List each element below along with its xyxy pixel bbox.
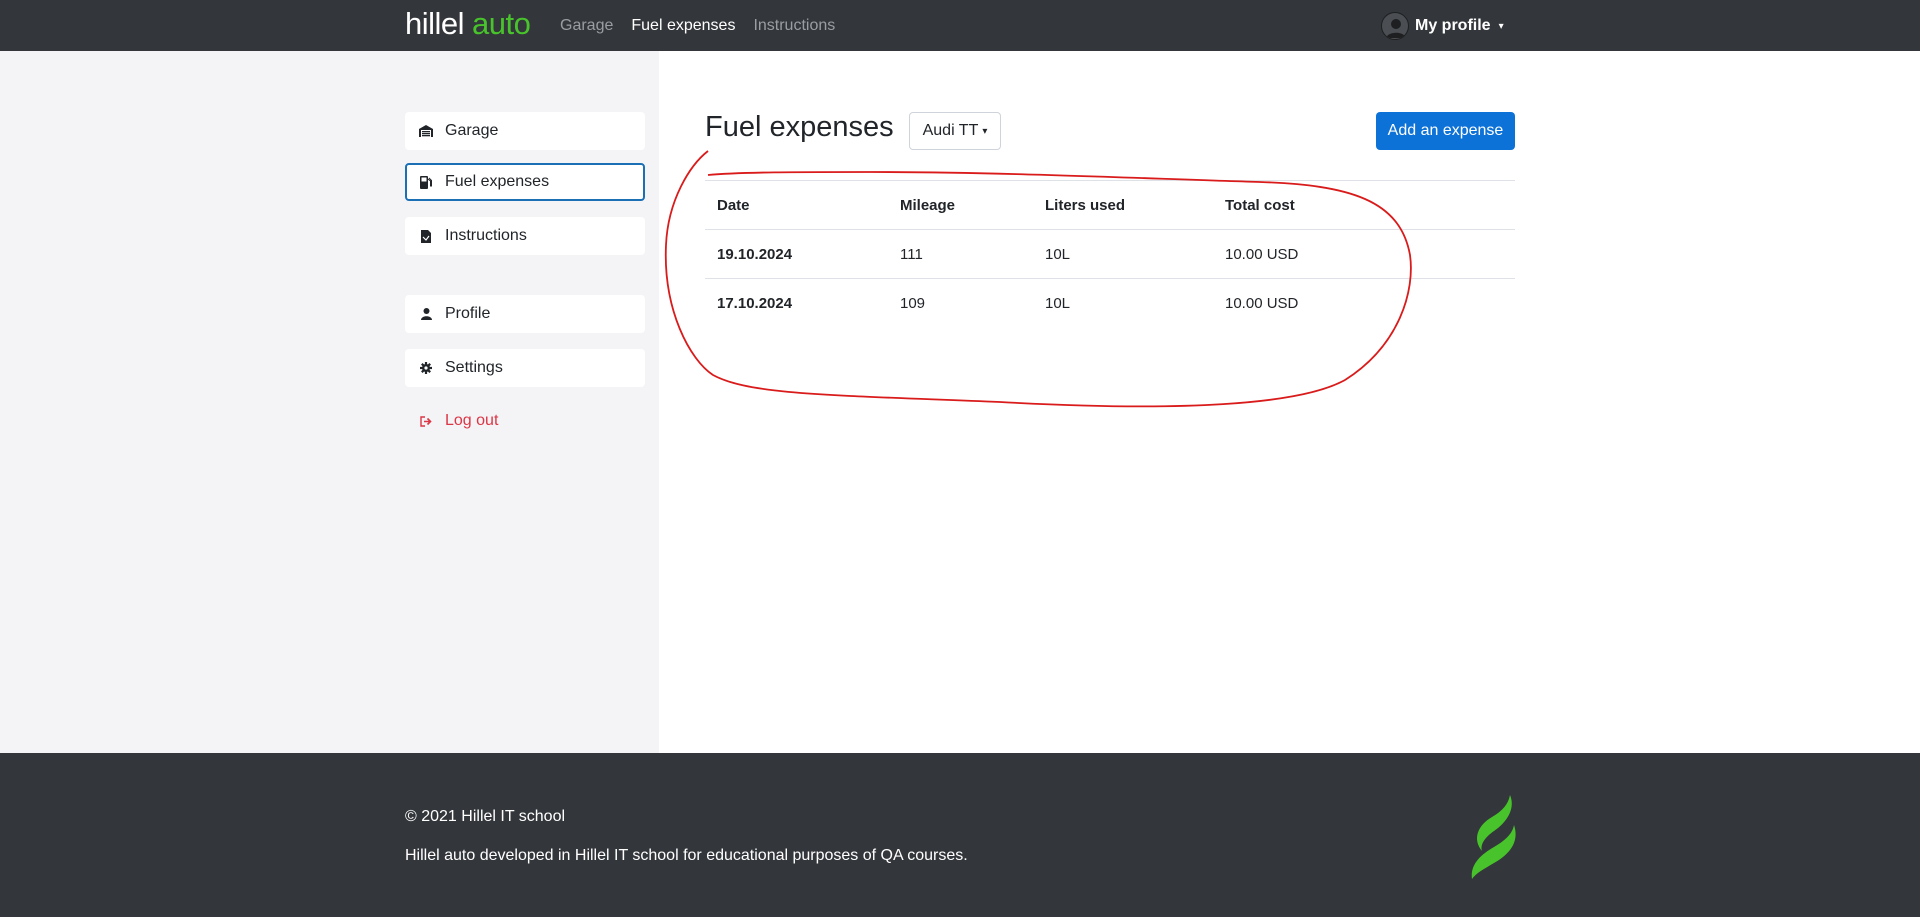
fuel-expenses-table: Date Mileage Liters used Total cost 19.1… xyxy=(705,180,1515,328)
sidebar-item-label: Garage xyxy=(445,122,499,139)
sidebar-item-label: Log out xyxy=(445,412,499,429)
cell-date: 17.10.2024 xyxy=(705,278,888,328)
sidebar-item-fuel-expenses[interactable]: Fuel expenses xyxy=(405,163,645,201)
table-row: 19.10.2024 111 10L 10.00 USD xyxy=(705,229,1515,279)
cell-liters: 10L xyxy=(1033,278,1213,328)
gear-icon xyxy=(419,361,433,375)
cell-liters: 10L xyxy=(1033,229,1213,279)
chevron-down-icon: ▾ xyxy=(982,125,988,137)
cell-mileage: 111 xyxy=(888,229,1033,279)
sidebar-item-label: Instructions xyxy=(445,227,527,244)
nav-instructions[interactable]: Instructions xyxy=(753,17,835,35)
cell-date: 19.10.2024 xyxy=(705,229,888,279)
logout-icon xyxy=(419,414,433,428)
hillel-auto-logo[interactable]: hillel auto xyxy=(405,6,531,44)
document-icon xyxy=(419,229,433,243)
avatar-icon xyxy=(1381,12,1409,40)
cell-total-cost: 10.00 USD xyxy=(1213,278,1515,328)
fuel-pump-icon xyxy=(419,175,433,189)
footer-copyright: © 2021 Hillel IT school xyxy=(405,808,566,825)
cell-total-cost: 10.00 USD xyxy=(1213,229,1515,279)
nav-fuel-expenses[interactable]: Fuel expenses xyxy=(631,17,735,35)
logo-secondary-text: auto xyxy=(472,6,531,41)
cell-mileage: 109 xyxy=(888,278,1033,328)
user-icon xyxy=(419,307,433,321)
sidebar-item-label: Settings xyxy=(445,359,503,376)
table-header-row: Date Mileage Liters used Total cost xyxy=(705,180,1515,230)
chevron-down-icon: ▾ xyxy=(1498,20,1504,32)
sidebar-item-label: Fuel expenses xyxy=(445,173,550,190)
column-header-total-cost: Total cost xyxy=(1213,180,1515,230)
garage-icon xyxy=(419,124,433,138)
main-nav: Garage Fuel expenses Instructions xyxy=(560,0,835,51)
table-row: 17.10.2024 109 10L 10.00 USD xyxy=(705,278,1515,328)
sidebar-item-garage[interactable]: Garage xyxy=(405,112,645,150)
logo-primary-text: hillel xyxy=(405,6,465,41)
sidebar-item-profile[interactable]: Profile xyxy=(405,295,645,333)
add-expense-button[interactable]: Add an expense xyxy=(1376,112,1515,150)
column-header-liters: Liters used xyxy=(1033,180,1213,230)
top-navbar: hillel auto Garage Fuel expenses Instruc… xyxy=(0,0,1920,51)
sidebar-item-settings[interactable]: Settings xyxy=(405,349,645,387)
footer-description: Hillel auto developed in Hillel IT schoo… xyxy=(405,847,968,864)
profile-label: My profile xyxy=(1415,17,1491,34)
column-header-date: Date xyxy=(705,180,888,230)
my-profile-dropdown[interactable]: My profile ▾ xyxy=(1381,12,1504,40)
sidebar-item-label: Profile xyxy=(445,305,491,322)
sidebar-item-instructions[interactable]: Instructions xyxy=(405,217,645,255)
column-header-mileage: Mileage xyxy=(888,180,1033,230)
sidebar-item-logout[interactable]: Log out xyxy=(405,402,645,440)
footer: © 2021 Hillel IT school Hillel auto deve… xyxy=(0,753,1920,917)
hillel-leaf-icon xyxy=(1471,795,1516,879)
car-select-value: Audi TT xyxy=(922,122,979,139)
car-select-dropdown[interactable]: Audi TT ▾ xyxy=(909,112,1001,150)
nav-garage[interactable]: Garage xyxy=(560,17,613,35)
page-title: Fuel expenses xyxy=(705,111,894,143)
